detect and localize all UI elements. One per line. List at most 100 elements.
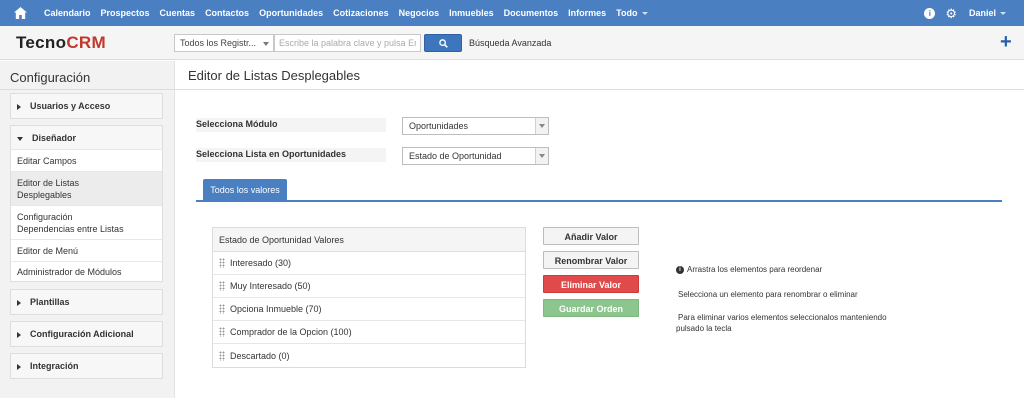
drag-handle-icon[interactable]	[219, 327, 225, 337]
list-item-label: Opciona Inmueble (70)	[230, 304, 322, 314]
list-item[interactable]: Descartado (0)	[213, 344, 525, 367]
tab-todos-los-valores[interactable]: Todos los valores	[203, 179, 287, 201]
list-item[interactable]: Opciona Inmueble (70)	[213, 298, 525, 321]
nav-informes[interactable]: Informes	[568, 8, 606, 18]
nav-todo-label: Todo	[616, 8, 638, 18]
logo[interactable]: TecnoCRM	[16, 33, 106, 53]
caret-right-icon	[17, 331, 21, 338]
add-value-button[interactable]: Añadir Valor	[543, 227, 639, 245]
sidebar-item-label: Editor de Menú	[17, 245, 79, 256]
divider	[175, 89, 1024, 90]
sidebar-section-disenador[interactable]: Diseñador	[10, 125, 163, 150]
chevron-down-icon	[263, 42, 269, 46]
top-right-tools: i ⚙ Daniel	[924, 0, 1024, 26]
module-label: Selecciona Módulo	[196, 119, 278, 129]
info-icon: i	[676, 265, 684, 274]
rename-value-button[interactable]: Renombrar Valor	[543, 251, 639, 269]
nav-todo-menu[interactable]: Todo	[616, 8, 648, 18]
nav-oportunidades[interactable]: Oportunidades	[259, 8, 323, 18]
module-select[interactable]: Oportunidades	[402, 117, 549, 135]
nav-calendario[interactable]: Calendario	[44, 8, 91, 18]
search-input[interactable]	[274, 34, 421, 52]
user-name: Daniel	[968, 8, 996, 18]
divider	[0, 89, 175, 90]
drag-handle-icon[interactable]	[219, 281, 225, 291]
advanced-search-link[interactable]: Búsqueda Avanzada	[469, 38, 551, 48]
values-list-header: Estado de Oportunidad Valores	[213, 228, 525, 252]
module-select-value: Oportunidades	[409, 121, 469, 131]
sidebar-section-label: Configuración Adicional	[30, 329, 134, 339]
info-icon[interactable]: i	[924, 7, 936, 19]
search-module-select[interactable]: Todos los Registr...	[174, 34, 274, 52]
help-multi-line-1: Para eliminar varios elementos seleccion…	[678, 313, 887, 322]
chevron-down-icon	[535, 118, 548, 134]
sidebar-section-plantillas[interactable]: Plantillas	[10, 289, 163, 315]
tab-underline	[196, 200, 1002, 202]
main-menu: Calendario Prospectos Cuentas Contactos …	[36, 8, 650, 18]
top-navigation-bar: Calendario Prospectos Cuentas Contactos …	[0, 0, 1024, 26]
list-item[interactable]: Comprador de la Opcion (100)	[213, 321, 525, 344]
list-item-label: Descartado (0)	[230, 350, 290, 361]
caret-down-icon	[17, 136, 23, 141]
sidebar-item-label: Configuración Dependencias entre Listas	[17, 211, 124, 235]
caret-right-icon	[17, 299, 21, 306]
drag-handle-icon[interactable]	[219, 258, 225, 268]
drag-handle-icon[interactable]	[219, 304, 225, 314]
list-select-value: Estado de Oportunidad	[409, 151, 502, 161]
plus-icon[interactable]: +	[1000, 32, 1012, 52]
nav-documentos[interactable]: Documentos	[504, 8, 559, 18]
label-line-1: Configuración	[17, 211, 73, 222]
save-order-button[interactable]: Guardar Orden	[543, 299, 639, 317]
home-icon[interactable]	[12, 5, 28, 21]
help-select: Selecciona un elemento para renombrar o …	[678, 290, 858, 299]
sidebar-item-label: Editor de Listas Desplegables	[17, 177, 79, 201]
nav-contactos[interactable]: Contactos	[205, 8, 249, 18]
logo-text-a: Tecno	[16, 33, 67, 52]
sidebar-section-label: Diseñador	[32, 133, 77, 143]
label-line-2: Desplegables	[17, 189, 72, 200]
sidebar-item-editor-menu[interactable]: Editor de Menú	[10, 239, 163, 261]
nav-cotizaciones[interactable]: Cotizaciones	[333, 8, 389, 18]
search-icon	[438, 38, 448, 48]
list-label: Selecciona Lista en Oportunidades	[196, 149, 347, 159]
nav-cuentas[interactable]: Cuentas	[160, 8, 196, 18]
sidebar-section-usuarios[interactable]: Usuarios y Acceso	[10, 93, 163, 119]
logo-text-b: CRM	[66, 33, 106, 52]
drag-handle-icon[interactable]	[219, 350, 225, 361]
nav-prospectos[interactable]: Prospectos	[101, 8, 150, 18]
delete-value-button[interactable]: Eliminar Valor	[543, 275, 639, 293]
list-item[interactable]: Interesado (30)	[213, 252, 525, 275]
sidebar-section-label: Integración	[30, 361, 79, 371]
list-item[interactable]: Muy Interesado (50)	[213, 275, 525, 298]
sidebar-item-editar-campos[interactable]: Editar Campos	[10, 149, 163, 171]
header-bar: TecnoCRM Todos los Registr... Búsqueda A…	[0, 26, 1024, 60]
list-select[interactable]: Estado de Oportunidad	[402, 147, 549, 165]
label-line-1: Editor de Listas	[17, 177, 80, 188]
sidebar-item-label: Editar Campos	[17, 155, 77, 166]
list-item-label: Comprador de la Opcion (100)	[230, 327, 352, 337]
page-title: Editor de Listas Desplegables	[188, 68, 360, 83]
values-list: Estado de Oportunidad Valores Interesado…	[212, 227, 526, 368]
sidebar-section-config-adicional[interactable]: Configuración Adicional	[10, 321, 163, 347]
help-reorder-text: Arrastra los elementos para reordenar	[687, 265, 823, 274]
nav-inmuebles[interactable]: Inmuebles	[449, 8, 494, 18]
sidebar-item-label: Administrador de Módulos	[17, 266, 122, 277]
chevron-down-icon	[641, 12, 648, 16]
list-item-label: Interesado (30)	[230, 258, 292, 268]
nav-negocios[interactable]: Negocios	[399, 8, 440, 18]
sidebar-item-config-dependencias[interactable]: Configuración Dependencias entre Listas	[10, 205, 163, 239]
sidebar-item-admin-modulos[interactable]: Administrador de Módulos	[10, 261, 163, 282]
user-menu[interactable]: Daniel	[969, 8, 1006, 18]
help-multi-line-2: pulsado la tecla	[676, 324, 732, 333]
sidebar-title: Configuración	[10, 70, 91, 85]
caret-right-icon	[17, 363, 21, 370]
caret-right-icon	[17, 103, 21, 110]
search-button[interactable]	[424, 34, 462, 52]
sidebar-section-label: Plantillas	[30, 297, 70, 307]
sidebar-section-label: Usuarios y Acceso	[30, 101, 111, 111]
sidebar-item-editor-listas[interactable]: Editor de Listas Desplegables	[10, 171, 163, 205]
gear-icon[interactable]: ⚙	[945, 7, 957, 20]
sidebar-section-integracion[interactable]: Integración	[10, 353, 163, 379]
list-item-label: Muy Interesado (50)	[230, 281, 311, 291]
search-module-value: Todos los Registr...	[180, 38, 257, 48]
